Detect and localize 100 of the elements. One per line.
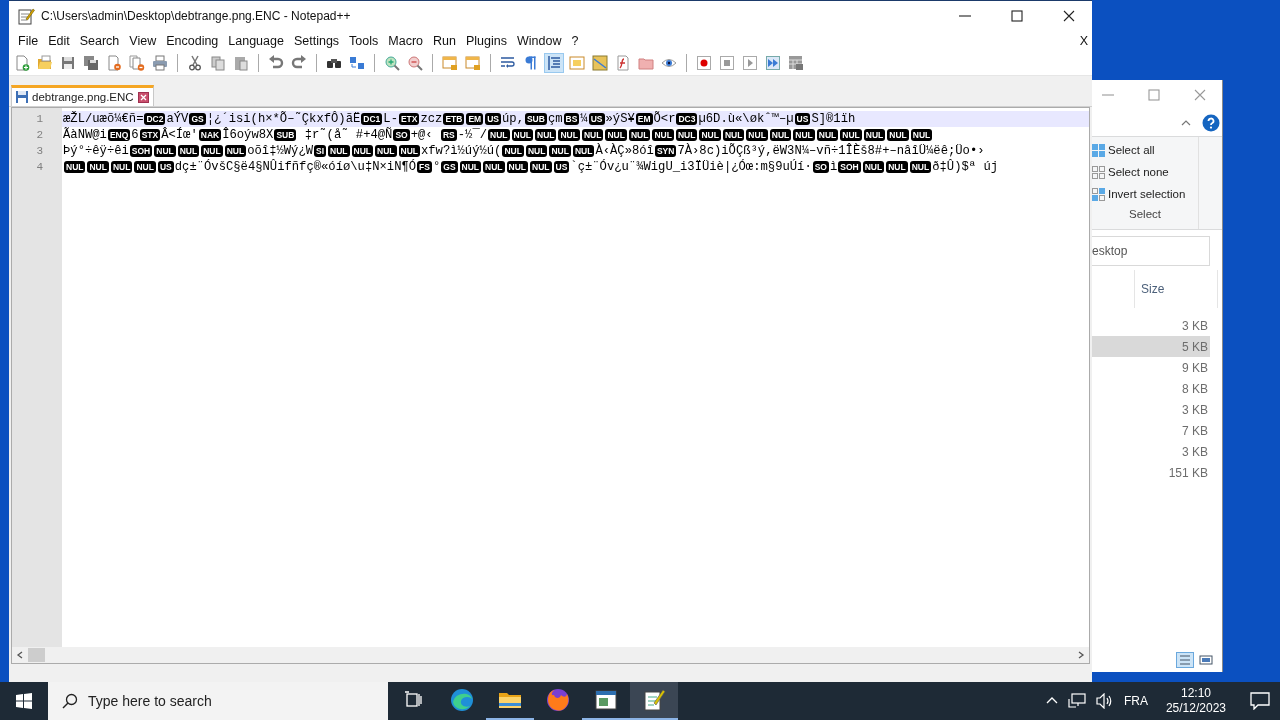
panel-icon xyxy=(569,55,585,71)
code-text: `ç±¨Óv¿u¨¾WigU_i3ÏÜiè|¿Óœ:m§9uÚí· xyxy=(570,160,812,174)
maximize-button[interactable] xyxy=(1009,7,1025,24)
menu-item[interactable]: Language xyxy=(223,32,289,49)
control-char-badge: NUL xyxy=(525,145,548,157)
menu-item[interactable]: Settings xyxy=(288,32,345,49)
details-view-icon[interactable] xyxy=(1176,652,1194,668)
zoom-out-icon xyxy=(407,55,423,71)
toolbar-button[interactable] xyxy=(81,53,101,73)
line-number: 4 xyxy=(35,160,44,175)
table-icon xyxy=(788,55,804,71)
close-icon[interactable] xyxy=(137,91,149,103)
menu-item[interactable]: File xyxy=(13,32,44,49)
control-char-badge: NUL xyxy=(862,161,885,173)
undo-icon xyxy=(268,55,284,71)
control-char-badge: EM xyxy=(466,113,484,125)
selected-row[interactable]: 5 KB xyxy=(1092,336,1210,357)
control-char-badge: SUB xyxy=(274,129,297,141)
scroll-right-icon[interactable] xyxy=(1077,651,1085,659)
control-char-badge: SOH xyxy=(129,145,153,157)
menu-item[interactable]: Encoding xyxy=(161,32,224,49)
menu-item[interactable]: ? xyxy=(566,32,584,49)
size-cell-text: 5 KB xyxy=(1182,339,1209,354)
code-text: ¦¿´isi(h×*Õ–˜ÇkxfÔ)ãË xyxy=(206,112,361,126)
control-char-badge: NUL xyxy=(549,145,571,157)
notification-icon[interactable] xyxy=(1250,692,1270,710)
clock-date[interactable]: 25/12/2023 xyxy=(1165,701,1226,716)
menu-item[interactable]: Macro xyxy=(383,32,429,49)
code-text: Â<Íœ' xyxy=(161,128,198,142)
search-icon xyxy=(62,693,78,709)
control-char-badge: ENQ xyxy=(107,129,131,141)
control-char-badge: NUL xyxy=(840,129,862,141)
speaker-icon[interactable] xyxy=(1095,693,1114,709)
function-list-icon xyxy=(615,55,631,71)
column-header[interactable]: Size xyxy=(1134,270,1218,308)
floppy-icon xyxy=(16,91,28,103)
control-char-badge: NUL xyxy=(675,129,698,141)
close-document-button[interactable]: X xyxy=(1079,33,1092,48)
code-text: »ýS¥ xyxy=(605,112,635,126)
open-folder-icon xyxy=(37,55,53,71)
code-text: ‡r˜(å˜ #+4@Ñ xyxy=(303,128,393,142)
code-text: æŽL/uæõ¼€ñ= xyxy=(63,112,144,126)
clipboard-icon xyxy=(233,55,249,71)
code-text: L- xyxy=(383,112,398,126)
redo-icon xyxy=(291,55,307,71)
taskbar-app-button[interactable] xyxy=(630,682,678,720)
notepad-app-icon xyxy=(642,688,666,712)
control-char-badge: NUL xyxy=(572,145,595,157)
ribbon-command[interactable]: Select all xyxy=(1108,144,1155,156)
fast-forward-icon xyxy=(765,55,781,71)
code-text: oõî‡½Wý¿W xyxy=(247,144,313,158)
code-text: +@‹ xyxy=(410,128,434,142)
control-char-badge: US xyxy=(794,113,811,125)
line-number: 3 xyxy=(35,144,44,159)
scissors-icon xyxy=(187,55,203,71)
windows-logo-icon xyxy=(16,693,32,709)
control-char-badge: GS xyxy=(441,161,458,173)
scroll-left-icon[interactable] xyxy=(16,651,24,659)
code-text: zcz xyxy=(420,112,443,126)
control-char-badge: SYN xyxy=(654,145,677,157)
scrollbar-thumb[interactable] xyxy=(28,648,45,662)
code-text: µ6D.ù«\økˆ™–µ xyxy=(698,112,794,126)
code-text: Þý°÷êÿ÷êi xyxy=(63,144,129,158)
control-char-badge: SOH xyxy=(838,161,861,173)
search-field[interactable]: Type here to search xyxy=(48,682,388,720)
code-text: dç±¨ÓvšC§ë4§NÛifñfç®«óíø\u‡N×iN¶Ó xyxy=(174,160,417,174)
control-char-badge: NUL xyxy=(488,129,510,141)
code-text: -½¯/ xyxy=(457,128,488,142)
printer-icon xyxy=(152,55,168,71)
window-lock-icon xyxy=(465,55,481,71)
network-icon[interactable] xyxy=(1067,693,1086,709)
control-char-badge: NUL xyxy=(530,161,552,173)
notepad-app-icon xyxy=(17,6,35,25)
ribbon-group-label: Select xyxy=(1128,208,1162,220)
help-icon[interactable] xyxy=(1202,114,1220,132)
language-indicator[interactable]: FRA xyxy=(1123,694,1148,708)
menu-item[interactable]: Plugins xyxy=(460,32,512,49)
control-char-badge: NUL xyxy=(746,129,768,141)
size-cell-text: 3 KB xyxy=(1182,444,1209,459)
menu-item[interactable]: Window xyxy=(511,32,567,49)
control-char-badge: NUL xyxy=(581,129,604,141)
menu-item[interactable]: Run xyxy=(428,32,461,49)
control-char-badge: US xyxy=(485,113,501,125)
control-char-badge: SO xyxy=(812,161,829,173)
control-char-badge: NUL xyxy=(154,145,176,157)
horizontal-scrollbar[interactable] xyxy=(12,647,1089,663)
floppy-icon xyxy=(60,55,76,71)
control-char-badge: NUL xyxy=(863,129,886,141)
control-char-badge: RS xyxy=(440,129,457,141)
ribbon-command[interactable]: Invert selection xyxy=(1108,188,1186,200)
clock-time[interactable]: 12:10 xyxy=(1180,686,1211,701)
file-tab[interactable]: debtrange.png.ENC xyxy=(11,85,154,106)
thumbnails-view-icon[interactable] xyxy=(1198,652,1214,668)
ribbon-command[interactable]: Select none xyxy=(1108,166,1169,178)
menu-item[interactable]: Edit xyxy=(43,32,75,49)
menu-item[interactable]: View xyxy=(124,32,162,49)
control-char-badge: NUL xyxy=(177,145,200,157)
menu-item[interactable]: Tools xyxy=(344,32,384,49)
menu-item[interactable]: Search xyxy=(74,32,125,49)
control-char-badge: FS xyxy=(417,161,432,173)
